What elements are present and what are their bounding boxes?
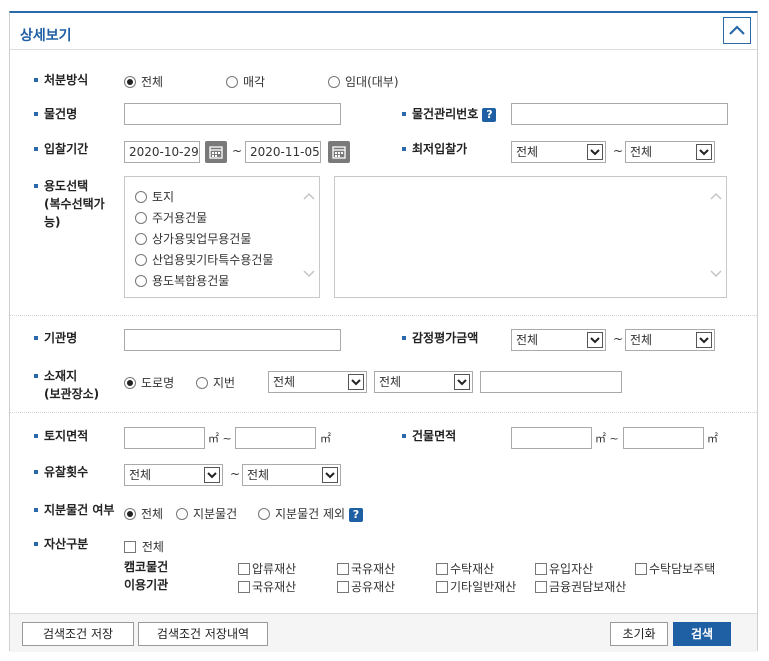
location-detail-input[interactable] <box>480 371 622 393</box>
appraisal-to-select[interactable]: 전체 <box>625 329 715 351</box>
scroll-down-icon[interactable] <box>710 269 722 279</box>
location-label: 소재지 (보관장소) <box>34 367 99 403</box>
item-mgmt-no-input[interactable] <box>511 103 728 125</box>
chevron-down-icon <box>590 149 600 156</box>
disposal-radio-sale[interactable]: 매각 <box>226 73 265 90</box>
chevron-down-icon <box>457 379 467 386</box>
chevron-down-icon <box>699 337 709 344</box>
location-radio-lot[interactable]: 지번 <box>196 374 235 391</box>
disposal-radio-lease[interactable]: 임대(대부) <box>328 73 399 90</box>
chevron-up-icon <box>729 25 745 35</box>
chevron-down-icon <box>590 337 600 344</box>
chevron-down-icon <box>325 472 335 479</box>
kamco-label: 캠코물건 <box>124 560 169 574</box>
land-area-label: 토지면적 <box>34 428 88 445</box>
usage-label: 용도선택 (복수선택가 능) <box>34 177 105 231</box>
asset-checkbox[interactable]: 국유재산 <box>337 560 395 577</box>
share-radio-all[interactable]: 전체 <box>124 505 163 522</box>
chevron-down-icon <box>207 472 217 479</box>
calendar-icon[interactable] <box>328 141 350 163</box>
item-name-label: 물건명 <box>34 106 77 123</box>
panel-title: 상세보기 <box>20 28 72 44</box>
chevron-down-icon <box>699 149 709 156</box>
appraisal-from-select[interactable]: 전체 <box>511 329 606 351</box>
reset-button[interactable]: 초기화 <box>610 622 668 646</box>
chevron-down-icon <box>351 379 361 386</box>
help-icon[interactable]: ? <box>348 507 363 522</box>
disposal-radio-all[interactable]: 전체 <box>124 73 163 90</box>
appraisal-label: 감정평가금액 <box>402 330 478 347</box>
asset-checkbox[interactable]: 공유재산 <box>337 578 395 595</box>
share-label: 지분물건 여부 <box>34 502 114 519</box>
bid-end-date-input[interactable]: 2020-11-05 <box>245 141 321 163</box>
location-radio-road[interactable]: 도로명 <box>124 374 174 391</box>
detail-search-panel: 상세보기 처분방식 전체 매각 임대(대부) 물건명 물건관리번호 ? 입찰기간… <box>9 11 758 652</box>
calendar-icon[interactable] <box>205 141 227 163</box>
header-divider <box>10 49 757 50</box>
location-district-select[interactable]: 전체 <box>374 371 473 393</box>
agency-user-label: 이용기관 <box>124 578 169 592</box>
item-mgmt-no-label: 물건관리번호 ? <box>402 106 497 123</box>
asset-checkbox[interactable]: 유입자산 <box>535 560 593 577</box>
agency-label: 기관명 <box>34 330 77 347</box>
save-search-button[interactable]: 검색조건 저장 <box>22 622 134 646</box>
land-area-from-input[interactable] <box>124 427 205 449</box>
scroll-up-icon[interactable] <box>303 191 315 201</box>
usage-option[interactable]: 토지 <box>135 188 174 205</box>
asset-checkbox[interactable]: 기타일반재산 <box>436 578 516 595</box>
agency-input[interactable] <box>124 329 341 351</box>
item-name-input[interactable] <box>124 103 341 125</box>
land-area-to-input[interactable] <box>235 427 316 449</box>
section-divider <box>10 315 757 316</box>
help-icon[interactable]: ? <box>482 107 497 122</box>
usage-option[interactable]: 용도복합용건물 <box>135 272 229 289</box>
min-bid-to-select[interactable]: 전체 <box>625 141 715 163</box>
asset-checkbox[interactable]: 수탁담보주택 <box>635 560 715 577</box>
usage-category-list[interactable]: 토지 주거용건물 상가용및업무용건물 산업용및기타특수용건물 용도복합용건물 <box>124 176 320 298</box>
scroll-down-icon[interactable] <box>303 269 315 279</box>
fail-count-label: 유찰횟수 <box>34 464 88 481</box>
fail-count-to-select[interactable]: 전체 <box>242 464 341 486</box>
bid-start-date-input[interactable]: 2020-10-29 <box>124 141 200 163</box>
building-area-from-input[interactable] <box>511 427 592 449</box>
asset-all-checkbox[interactable]: 전체 <box>124 538 164 555</box>
saved-search-history-button[interactable]: 검색조건 저장내역 <box>138 622 268 646</box>
usage-detail-list[interactable] <box>334 176 727 298</box>
min-bid-from-select[interactable]: 전체 <box>511 141 606 163</box>
asset-checkbox[interactable]: 금융권담보재산 <box>535 578 626 595</box>
location-city-select[interactable]: 전체 <box>268 371 367 393</box>
asset-checkbox[interactable]: 국유재산 <box>238 578 296 595</box>
asset-checkbox[interactable]: 압류재산 <box>238 560 296 577</box>
scroll-up-icon[interactable] <box>710 191 722 201</box>
asset-checkbox[interactable]: 수탁재산 <box>436 560 494 577</box>
usage-option[interactable]: 산업용및기타특수용건물 <box>135 251 273 268</box>
fail-count-from-select[interactable]: 전체 <box>124 464 223 486</box>
bid-period-label: 입찰기간 <box>34 141 88 158</box>
disposal-label: 처분방식 <box>34 72 88 89</box>
share-radio-share[interactable]: 지분물건 <box>176 505 237 522</box>
collapse-button[interactable] <box>723 17 751 44</box>
building-area-to-input[interactable] <box>623 427 704 449</box>
share-radio-exclude[interactable]: 지분물건 제외 ? <box>258 505 363 522</box>
asset-label: 자산구분 <box>34 536 88 553</box>
panel-footer: 검색조건 저장 검색조건 저장내역 초기화 검색 <box>10 613 757 652</box>
usage-option[interactable]: 주거용건물 <box>135 209 207 226</box>
section-divider <box>10 412 757 413</box>
min-bid-label: 최저입찰가 <box>402 141 467 158</box>
search-button[interactable]: 검색 <box>673 622 731 646</box>
usage-option[interactable]: 상가용및업무용건물 <box>135 230 251 247</box>
building-area-label: 건물면적 <box>402 428 456 445</box>
